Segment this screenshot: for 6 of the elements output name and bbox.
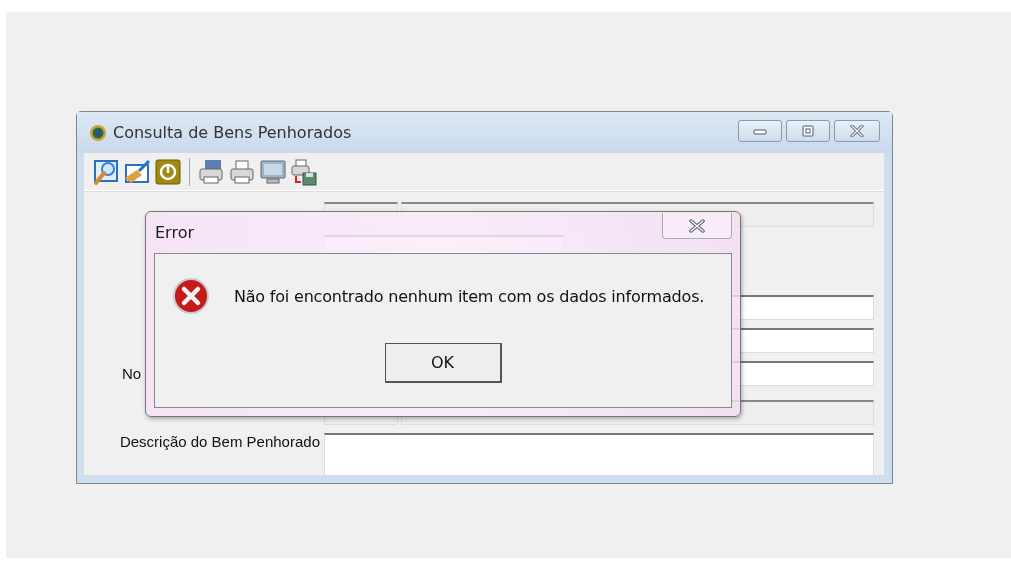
window-title: Consulta de Bens Penhorados [113, 123, 352, 142]
ok-button[interactable]: OK [384, 343, 502, 383]
error-message: Não foi encontrado nenhum item com os dados informados. [234, 286, 705, 306]
field-label: No [122, 365, 142, 382]
field-label: Descrição do Bem Penhorado [119, 433, 320, 450]
dialog-title: Error [155, 223, 194, 242]
